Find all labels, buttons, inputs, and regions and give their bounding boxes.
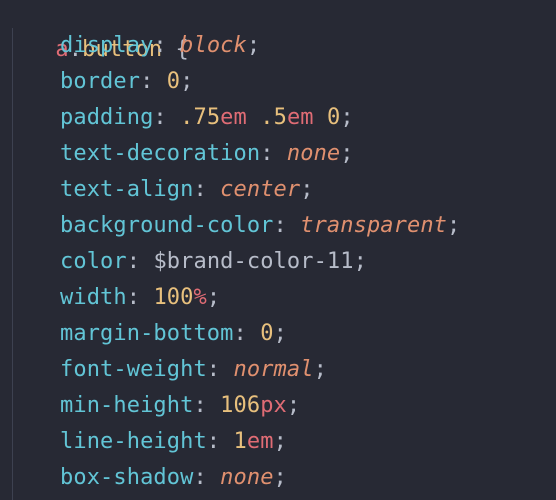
code-line-background-color[interactable]: background-color: transparent; bbox=[60, 208, 460, 244]
css-property: text-align bbox=[60, 177, 194, 202]
code-line-border[interactable]: border: 0; bbox=[60, 64, 194, 100]
semicolon: ; bbox=[286, 393, 301, 418]
semicolon: ; bbox=[447, 213, 461, 238]
semicolon: ; bbox=[273, 465, 287, 490]
semicolon: ; bbox=[313, 357, 327, 382]
colon: : bbox=[233, 321, 261, 346]
css-property: box-shadow bbox=[60, 465, 194, 490]
css-value: normal bbox=[233, 357, 314, 382]
css-property: background-color bbox=[60, 213, 274, 238]
colon: : bbox=[193, 177, 221, 202]
colon: : bbox=[126, 285, 154, 310]
css-value: block bbox=[180, 33, 247, 58]
css-value: 106px bbox=[220, 393, 287, 418]
code-line-min-height[interactable]: min-height: 106px; bbox=[60, 388, 300, 424]
colon: : bbox=[126, 249, 154, 274]
colon: : bbox=[206, 429, 234, 454]
css-property: border bbox=[60, 69, 141, 94]
colon: : bbox=[206, 357, 234, 382]
colon: : bbox=[193, 393, 221, 418]
css-property: margin-bottom bbox=[60, 321, 234, 346]
colon: : bbox=[193, 465, 221, 490]
css-value: center bbox=[220, 177, 301, 202]
colon: : bbox=[153, 105, 181, 130]
css-property: color bbox=[60, 249, 127, 274]
css-value: 100% bbox=[153, 285, 207, 310]
css-value: 0 bbox=[260, 321, 274, 346]
css-property: padding bbox=[60, 105, 154, 130]
css-value: none bbox=[286, 141, 341, 166]
css-value: .75em .5em 0 bbox=[180, 105, 341, 130]
code-editor[interactable]: a.button { display: block; border: 0; padd… bbox=[0, 0, 556, 500]
css-property: font-weight bbox=[60, 357, 207, 382]
semicolon: ; bbox=[273, 429, 287, 454]
css-value: 1em bbox=[233, 429, 274, 454]
css-property: width bbox=[60, 285, 127, 310]
semicolon: ; bbox=[273, 321, 287, 346]
colon: : bbox=[273, 213, 301, 238]
semicolon: ; bbox=[206, 285, 221, 310]
code-line-line-height[interactable]: line-height: 1em; bbox=[60, 424, 287, 460]
css-value: 0 bbox=[166, 69, 181, 94]
code-line-width[interactable]: width: 100%; bbox=[60, 280, 220, 316]
semicolon: ; bbox=[300, 177, 314, 202]
css-property: min-height bbox=[60, 393, 194, 418]
code-line-padding[interactable]: padding: .75em .5em 0; bbox=[60, 100, 354, 136]
code-line-text-align[interactable]: text-align: center; bbox=[60, 172, 314, 208]
code-line-text-decoration[interactable]: text-decoration: none; bbox=[60, 136, 354, 172]
code-line-box-shadow[interactable]: box-shadow: none; bbox=[60, 460, 287, 496]
colon: : bbox=[260, 141, 287, 166]
code-line-margin-bottom[interactable]: margin-bottom: 0; bbox=[60, 316, 287, 352]
colon: : bbox=[153, 33, 181, 58]
css-value: none bbox=[220, 465, 274, 490]
semicolon: ; bbox=[340, 105, 354, 130]
code-line-display[interactable]: display: block; bbox=[60, 28, 260, 64]
semicolon: ; bbox=[180, 69, 194, 94]
semicolon: ; bbox=[246, 33, 261, 58]
css-property: display bbox=[60, 33, 154, 58]
semicolon: ; bbox=[340, 141, 354, 166]
css-property: text-decoration bbox=[60, 141, 261, 166]
code-line-color[interactable]: color: $brand-color-11; bbox=[60, 244, 367, 280]
css-value: transparent bbox=[300, 213, 448, 238]
css-value: $brand-color-11 bbox=[153, 249, 354, 274]
colon: : bbox=[140, 69, 167, 94]
semicolon: ; bbox=[353, 249, 367, 274]
code-line-font-weight[interactable]: font-weight: normal; bbox=[60, 352, 327, 388]
css-property: line-height bbox=[60, 429, 207, 454]
